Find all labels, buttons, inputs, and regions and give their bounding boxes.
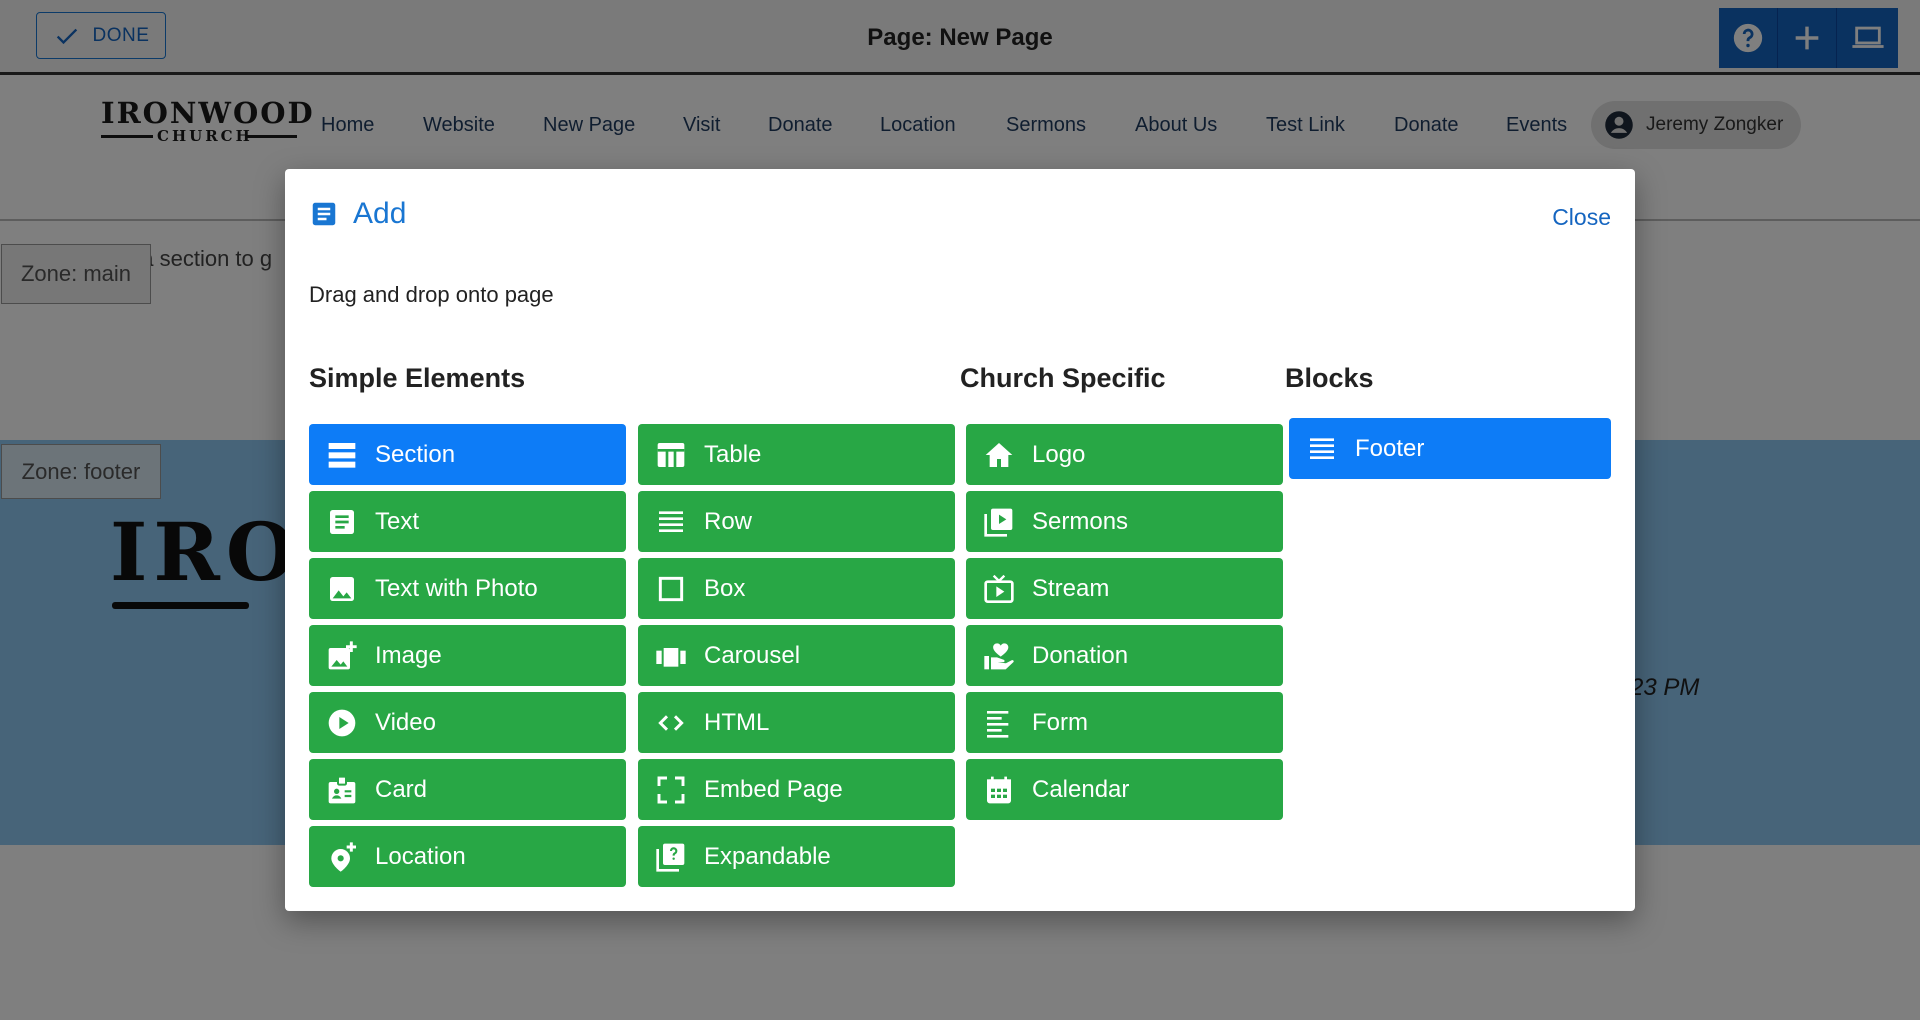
element-image-button[interactable]: Image bbox=[309, 625, 626, 686]
section-icon bbox=[328, 442, 356, 468]
live-tv-icon bbox=[984, 574, 1014, 603]
block-footer-button[interactable]: Footer bbox=[1289, 418, 1611, 479]
quiz-icon bbox=[656, 843, 685, 872]
element-label: Text bbox=[375, 507, 420, 535]
blocks-heading: Blocks bbox=[1285, 363, 1374, 393]
dialog-title: Add bbox=[353, 197, 407, 230]
drag-drop-hint: Drag and drop onto page bbox=[309, 282, 554, 307]
calendar-icon bbox=[987, 776, 1011, 803]
add-location-icon bbox=[331, 841, 356, 872]
add-element-dialog: Add Close Drag and drop onto page Simple… bbox=[285, 169, 1635, 911]
element-label: Row bbox=[704, 507, 753, 535]
element-label: Calendar bbox=[1032, 775, 1130, 803]
element-label: Table bbox=[704, 440, 762, 468]
element-video-button[interactable]: Video bbox=[309, 692, 626, 753]
element-embed-page-button[interactable]: Embed Page bbox=[638, 759, 955, 820]
element-expandable-button[interactable]: Expandable bbox=[638, 826, 955, 887]
element-label: Box bbox=[704, 574, 746, 602]
element-calendar-button[interactable]: Calendar bbox=[966, 759, 1283, 820]
play-icon bbox=[328, 709, 356, 736]
element-label: Stream bbox=[1032, 574, 1110, 602]
element-form-button[interactable]: Form bbox=[966, 692, 1283, 753]
photo-icon bbox=[330, 576, 354, 601]
add-image-icon bbox=[328, 640, 357, 669]
badge-icon bbox=[328, 775, 356, 803]
article-icon bbox=[312, 202, 336, 226]
table-icon bbox=[657, 442, 685, 467]
text-icon bbox=[330, 509, 354, 534]
element-label: Carousel bbox=[704, 641, 801, 669]
element-stream-button[interactable]: Stream bbox=[966, 558, 1283, 619]
fullscreen-icon bbox=[657, 776, 685, 803]
element-label: Form bbox=[1032, 708, 1088, 736]
element-label: Logo bbox=[1032, 440, 1086, 468]
element-label: Location bbox=[375, 842, 466, 870]
element-label: Video bbox=[375, 708, 436, 736]
element-label: Image bbox=[375, 641, 442, 669]
footer-rows-icon bbox=[1310, 437, 1334, 459]
element-label: Section bbox=[375, 440, 456, 468]
element-location-button[interactable]: Location bbox=[309, 826, 626, 887]
code-icon bbox=[658, 714, 684, 731]
dialog-header: Add bbox=[309, 197, 406, 231]
element-label: Expandable bbox=[704, 842, 831, 870]
element-text-with-photo-button[interactable]: Text with Photo bbox=[309, 558, 626, 619]
element-box-button[interactable]: Box bbox=[638, 558, 955, 619]
simple-elements-heading: Simple Elements bbox=[309, 363, 526, 393]
box-icon bbox=[658, 576, 684, 601]
element-label: Card bbox=[375, 775, 428, 803]
element-carousel-button[interactable]: Carousel bbox=[638, 625, 955, 686]
element-label: Embed Page bbox=[704, 775, 843, 803]
element-table-button[interactable]: Table bbox=[638, 424, 955, 485]
element-section-button[interactable]: Section bbox=[309, 424, 626, 485]
carousel-icon bbox=[656, 647, 686, 667]
element-card-button[interactable]: Card bbox=[309, 759, 626, 820]
element-label: Text with Photo bbox=[375, 574, 538, 602]
rows-icon bbox=[659, 510, 683, 532]
element-donation-button[interactable]: Donation bbox=[966, 625, 1283, 686]
volunteer-icon bbox=[984, 642, 1014, 669]
element-logo-button[interactable]: Logo bbox=[966, 424, 1283, 485]
element-label: Footer bbox=[1355, 434, 1425, 462]
element-label: HTML bbox=[704, 708, 770, 736]
element-text-button[interactable]: Text bbox=[309, 491, 626, 552]
element-label: Sermons bbox=[1032, 507, 1129, 535]
close-button[interactable]: Close bbox=[1552, 204, 1611, 231]
element-sermons-button[interactable]: Sermons bbox=[966, 491, 1283, 552]
video-library-icon bbox=[984, 508, 1013, 537]
element-label: Donation bbox=[1032, 641, 1129, 669]
form-icon bbox=[987, 710, 1009, 738]
element-html-button[interactable]: HTML bbox=[638, 692, 955, 753]
church-specific-heading: Church Specific bbox=[960, 363, 1166, 393]
home-icon bbox=[985, 442, 1013, 467]
element-row-button[interactable]: Row bbox=[638, 491, 955, 552]
